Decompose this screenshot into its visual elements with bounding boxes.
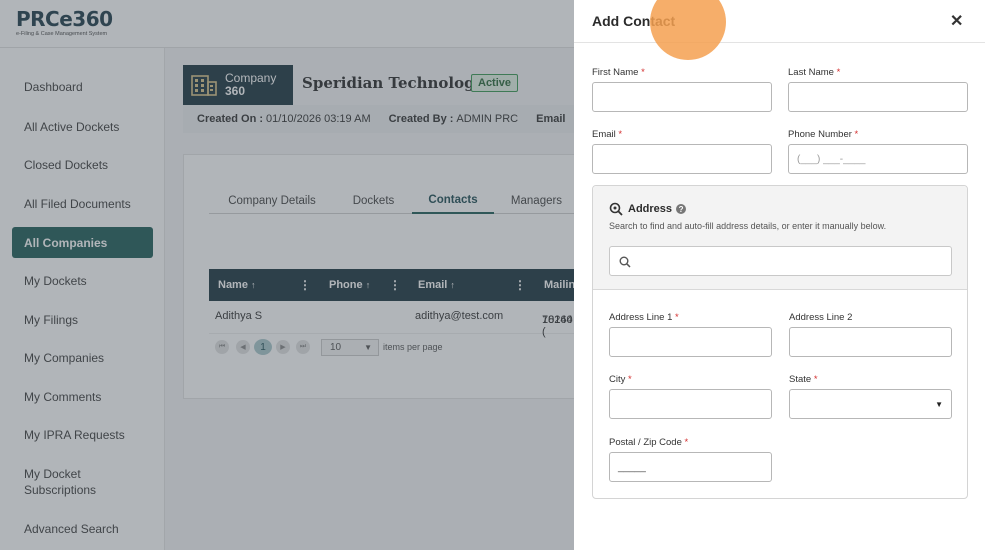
address-line1-label: Address Line 1 *	[609, 312, 679, 323]
address-search-panel: Address ? Search to find and auto-fill a…	[593, 186, 967, 290]
label-text: Email	[592, 129, 616, 140]
close-icon[interactable]: ✕	[950, 11, 963, 31]
search-icon	[619, 256, 631, 268]
state-label: State *	[789, 374, 818, 385]
address-title-text: Address	[628, 203, 673, 215]
required-mark: *	[628, 374, 632, 385]
label-text: State	[789, 374, 812, 385]
last-name-input[interactable]	[788, 82, 968, 112]
zip-label: Postal / Zip Code *	[609, 437, 688, 448]
required-mark: *	[675, 312, 679, 323]
address-line2-label: Address Line 2	[789, 312, 853, 323]
modal-backdrop[interactable]	[0, 0, 574, 550]
help-icon[interactable]: ?	[676, 204, 687, 214]
first-name-input[interactable]	[592, 82, 772, 112]
label-text: Phone Number	[788, 129, 852, 140]
label-text: Postal / Zip Code	[609, 437, 682, 448]
label-text: First Name	[592, 67, 639, 78]
state-select[interactable]: ▼	[789, 389, 952, 419]
first-name-label: First Name *	[592, 67, 645, 78]
label-text: City	[609, 374, 626, 385]
label-text: Address Line 1	[609, 312, 673, 323]
email-input[interactable]	[592, 144, 772, 174]
chevron-down-icon: ▼	[935, 400, 943, 409]
phone-label: Phone Number *	[788, 129, 858, 140]
address-line1-input[interactable]	[609, 327, 772, 357]
divider	[574, 42, 985, 43]
last-name-label: Last Name *	[788, 67, 840, 78]
address-title: Address ?	[609, 202, 687, 216]
required-mark: *	[836, 67, 841, 78]
address-search-input[interactable]	[609, 246, 952, 276]
address-description: Search to find and auto-fill address det…	[609, 221, 887, 231]
label-text: Last Name	[788, 67, 834, 78]
city-input[interactable]	[609, 389, 772, 419]
required-mark: *	[813, 374, 818, 385]
zip-input[interactable]: _____	[609, 452, 772, 482]
location-search-icon	[609, 202, 623, 216]
required-mark: *	[618, 129, 623, 140]
city-label: City *	[609, 374, 632, 385]
required-mark: *	[641, 67, 645, 78]
required-mark: *	[684, 437, 689, 448]
required-mark: *	[854, 129, 859, 140]
address-line2-input[interactable]	[789, 327, 952, 357]
add-contact-drawer: Add Contact ✕ First Name * Last Name * E…	[574, 0, 985, 550]
address-section: Address ? Search to find and auto-fill a…	[592, 185, 968, 499]
email-label: Email *	[592, 129, 622, 140]
phone-input[interactable]: (___) ___-____	[788, 144, 968, 174]
